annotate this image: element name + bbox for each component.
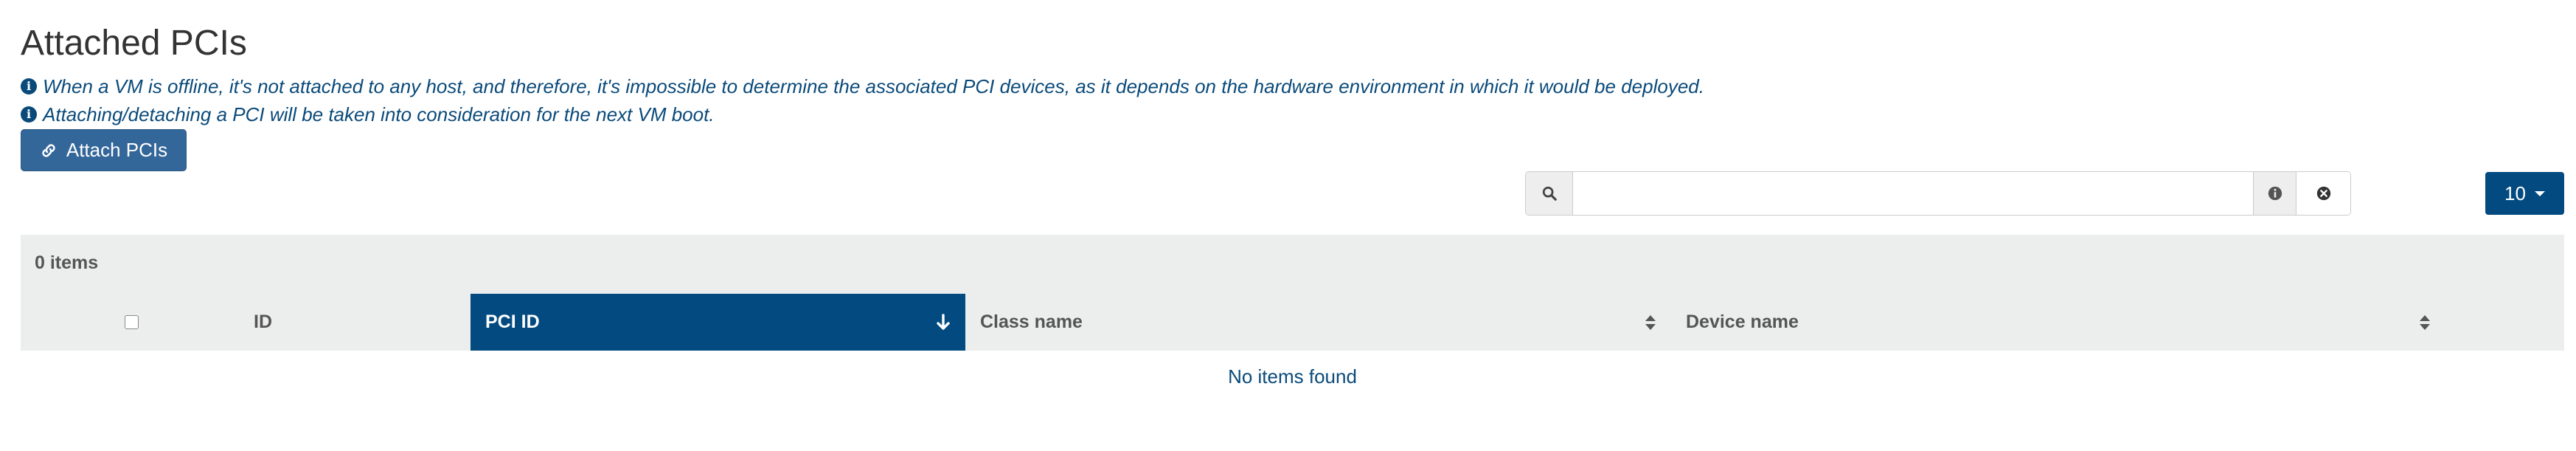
page: Attached PCIs i When a VM is offline, it… (0, 0, 2576, 451)
info-icon: i (21, 78, 37, 94)
attach-pcis-label: Attach PCIs (66, 139, 168, 161)
select-all-checkbox[interactable] (124, 315, 139, 329)
note-text: Attaching/detaching a PCI will be taken … (43, 103, 715, 125)
attach-pcis-button[interactable]: Attach PCIs (21, 129, 187, 171)
link-icon (42, 143, 55, 157)
column-header-pci-id[interactable]: PCI ID (471, 294, 965, 351)
info-icon: i (21, 106, 37, 123)
column-label: ID (254, 311, 272, 332)
boot-info-note: i Attaching/detaching a PCI will be take… (21, 105, 715, 124)
offline-info-note: i When a VM is offline, it's not attache… (21, 77, 1704, 96)
search-help[interactable] (2253, 172, 2296, 215)
pci-table: 0 items ID PCI ID Class name Device name (21, 235, 2564, 351)
column-header-device-name[interactable]: Device name (1671, 294, 2445, 351)
items-count: 0 items (35, 252, 99, 273)
table-header-row: ID PCI ID Class name Device name (21, 294, 2564, 351)
empty-table-message: No items found (1228, 365, 1357, 388)
search-addon (1526, 172, 1573, 215)
column-label: Device name (1686, 311, 1799, 332)
info-circle-icon (2268, 186, 2282, 201)
arrow-down-icon (937, 313, 950, 330)
select-all-cell (21, 294, 242, 351)
column-label: Class name (980, 311, 1083, 332)
sort-icon (1645, 314, 1656, 330)
column-header-id[interactable]: ID (242, 294, 491, 351)
column-header-class-name[interactable]: Class name (965, 294, 1671, 351)
search-input[interactable] (1573, 172, 2253, 215)
search-icon (1542, 186, 1557, 201)
page-size-value: 10 (2504, 182, 2526, 204)
clear-search-button[interactable] (2296, 172, 2350, 215)
clear-circle-icon (2316, 186, 2330, 201)
note-text: When a VM is offline, it's not attached … (43, 75, 1704, 97)
sort-icon (2420, 314, 2430, 330)
page-size-dropdown[interactable]: 10 (2485, 172, 2564, 215)
caret-down-icon (2534, 190, 2545, 196)
page-title: Attached PCIs (21, 24, 247, 63)
column-label: PCI ID (485, 311, 540, 332)
search-group (1525, 171, 2351, 216)
